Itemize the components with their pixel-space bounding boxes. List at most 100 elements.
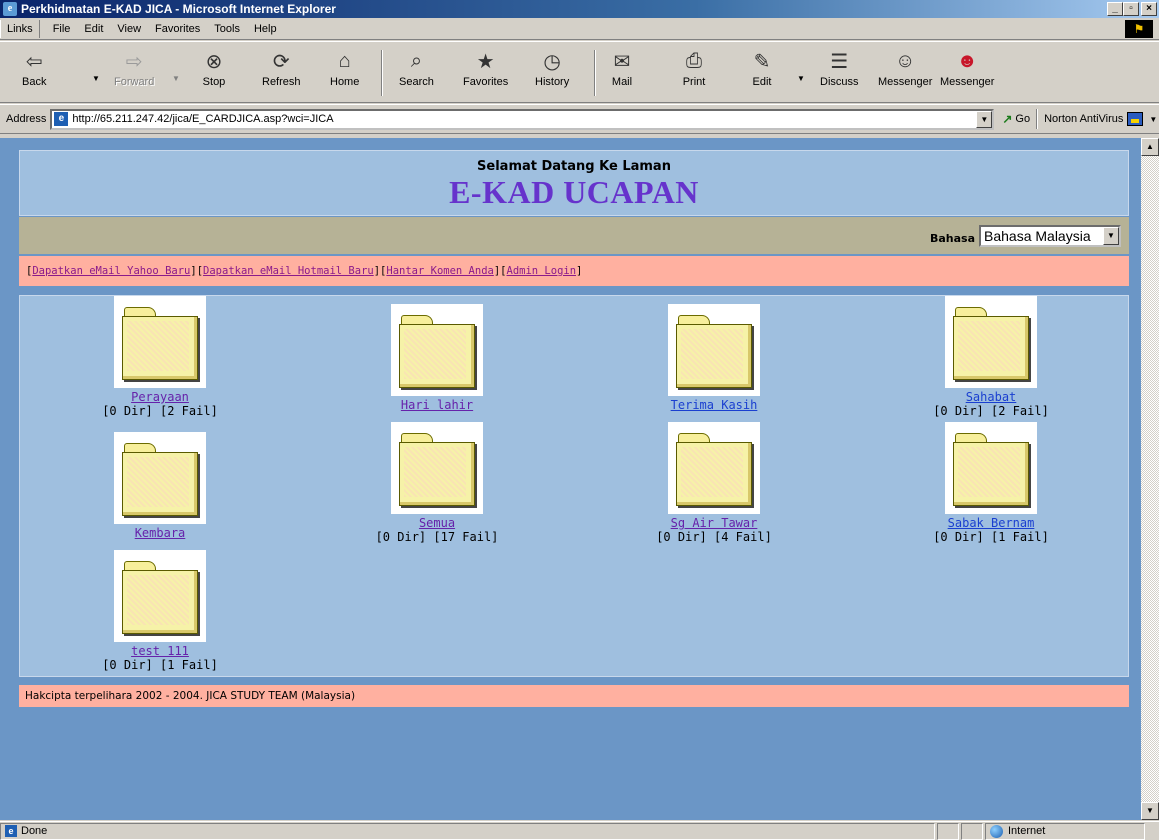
forward-button[interactable]: ⇨ Forward	[114, 45, 154, 101]
favorites-button[interactable]: ★ Favorites	[463, 45, 508, 101]
menu-file[interactable]: File	[46, 20, 78, 38]
edit-button[interactable]: ✎ Edit	[750, 45, 774, 101]
send-comment-link[interactable]: Hantar Komen Anda	[386, 265, 493, 277]
norton-label: Norton AntiVirus	[1044, 113, 1124, 125]
messenger-icon: ☺	[894, 49, 916, 72]
folder-icon[interactable]	[114, 432, 206, 524]
hotmail-email-link[interactable]: Dapatkan eMail Hotmail Baru	[203, 265, 374, 277]
ie-logo-icon: e	[3, 2, 17, 16]
go-button[interactable]: ↗ Go	[1002, 112, 1030, 126]
links-toolbar-button[interactable]: Links	[0, 19, 40, 38]
folder-icon[interactable]	[945, 422, 1037, 514]
status-text-cell: e Done	[0, 822, 935, 840]
folder-link[interactable]: Hari lahir	[337, 398, 537, 412]
folder-meta: [0 Dir] [17 Fail]	[375, 530, 499, 544]
history-label: History	[535, 76, 570, 88]
folder-link[interactable]: test 111	[60, 644, 260, 658]
page-done-icon: e	[5, 825, 17, 837]
menu-help[interactable]: Help	[247, 20, 284, 38]
address-url[interactable]: http://65.211.247.42/jica/E_CARDJICA.asp…	[72, 113, 976, 125]
scroll-up-icon[interactable]: ▲	[1141, 138, 1159, 156]
back-button[interactable]: ⇦ Back	[22, 45, 46, 101]
home-button[interactable]: ⌂ Home	[330, 45, 359, 101]
chevron-down-icon[interactable]: ▼	[1103, 226, 1119, 245]
address-input[interactable]: e http://65.211.247.42/jica/E_CARDJICA.a…	[50, 108, 995, 130]
folder-icon[interactable]	[668, 422, 760, 514]
folder-link[interactable]: Sahabat	[891, 390, 1091, 404]
copyright-text: Hakcipta terpelihara 2002 - 2004. JICA S…	[25, 690, 356, 702]
folder-link[interactable]: Perayaan	[60, 390, 260, 404]
print-button[interactable]: ⎙ Print	[682, 45, 706, 101]
window-title: Perkhidmatan E-KAD JICA - Microsoft Inte…	[21, 2, 336, 16]
folder-link[interactable]: Sabak Bernam	[891, 516, 1091, 530]
language-select[interactable]: Bahasa Malaysia ▼	[979, 224, 1121, 247]
stop-label: Stop	[202, 76, 226, 88]
folder-item: test 111 [0 Dir] [1 Fail]	[60, 550, 260, 672]
favorites-label: Favorites	[463, 76, 509, 88]
copyright-footer: Hakcipta terpelihara 2002 - 2004. JICA S…	[19, 685, 1129, 707]
discuss-icon: ☰	[830, 50, 849, 73]
history-button[interactable]: ◷ History	[535, 45, 569, 101]
folder-icon[interactable]	[114, 550, 206, 642]
norton-antivirus-button[interactable]: Norton AntiVirus ▼	[1044, 112, 1157, 126]
status-text: Done	[21, 825, 48, 837]
folder-link[interactable]: Terima Kasih	[614, 398, 814, 412]
security-zone: Internet	[985, 822, 1145, 840]
maximize-button[interactable]: ▫	[1123, 2, 1139, 16]
bracket: ][	[373, 265, 387, 277]
folder-icon[interactable]	[391, 422, 483, 514]
refresh-button[interactable]: ⟳ Refresh	[262, 45, 301, 101]
print-label: Print	[682, 76, 706, 88]
welcome-header: Selamat Datang Ke Laman E-KAD UCAPAN	[19, 150, 1129, 216]
mail-button[interactable]: ✉ Mail	[610, 45, 634, 101]
admin-login-link[interactable]: Admin Login	[507, 265, 577, 277]
links-bar: [Dapatkan eMail Yahoo Baru][Dapatkan eMa…	[19, 256, 1129, 286]
close-button[interactable]: ×	[1141, 2, 1157, 16]
folder-icon[interactable]	[945, 296, 1037, 388]
zone-label: Internet	[1008, 825, 1046, 837]
address-dropdown-icon[interactable]: ▼	[976, 110, 993, 128]
mail-icon: ✉	[613, 50, 631, 73]
folder-link[interactable]: Semua	[337, 516, 537, 530]
title-bar: e Perkhidmatan E-KAD JICA - Microsoft In…	[0, 0, 1159, 18]
folder-item: Hari lahir	[337, 304, 537, 412]
minimize-button[interactable]: _	[1107, 2, 1123, 16]
folder-item: Perayaan [0 Dir] [2 Fail]	[60, 296, 260, 418]
messenger-award-label: Messenger	[940, 76, 995, 88]
folder-meta: [0 Dir] [1 Fail]	[933, 530, 1049, 544]
yahoo-email-link[interactable]: Dapatkan eMail Yahoo Baru	[32, 265, 190, 277]
folder-link[interactable]: Sg Air Tawar	[614, 516, 814, 530]
folder-meta: [0 Dir] [1 Fail]	[102, 658, 218, 672]
folder-icon[interactable]	[114, 296, 206, 388]
edit-label: Edit	[752, 76, 772, 88]
folder-meta: [0 Dir] [2 Fail]	[102, 404, 218, 418]
stop-icon: ⊗	[205, 50, 223, 73]
scroll-down-icon[interactable]: ▼	[1141, 802, 1159, 820]
edit-dropdown-icon[interactable]: ▼	[797, 74, 805, 83]
menu-tools[interactable]: Tools	[207, 20, 247, 38]
folder-icon[interactable]	[668, 304, 760, 396]
status-cell	[961, 822, 983, 840]
back-label: Back	[22, 76, 47, 88]
menu-view[interactable]: View	[110, 20, 148, 38]
refresh-icon: ⟳	[272, 50, 290, 73]
messenger-award-button[interactable]: ☻ Messenger	[940, 45, 994, 101]
menu-favorites[interactable]: Favorites	[148, 20, 207, 38]
forward-label: Forward	[114, 76, 155, 88]
vertical-scrollbar[interactable]: ▲ ▼	[1141, 138, 1159, 820]
norton-dropdown-icon[interactable]: ▼	[1149, 115, 1157, 124]
menu-edit[interactable]: Edit	[77, 20, 110, 38]
go-label: Go	[1015, 113, 1031, 125]
home-label: Home	[330, 76, 360, 88]
back-dropdown-icon[interactable]: ▼	[92, 74, 100, 83]
language-label: Bahasa	[929, 232, 975, 245]
messenger-button[interactable]: ☺ Messenger	[878, 45, 932, 101]
edit-icon: ✎	[753, 50, 771, 73]
forward-dropdown-icon[interactable]: ▼	[172, 74, 180, 83]
search-button[interactable]: ⌕ Search	[399, 45, 434, 101]
folder-link[interactable]: Kembara	[60, 526, 260, 540]
folder-icon[interactable]	[391, 304, 483, 396]
stop-button[interactable]: ⊗ Stop	[202, 45, 226, 101]
bracket: ][	[493, 265, 507, 277]
discuss-button[interactable]: ☰ Discuss	[820, 45, 859, 101]
